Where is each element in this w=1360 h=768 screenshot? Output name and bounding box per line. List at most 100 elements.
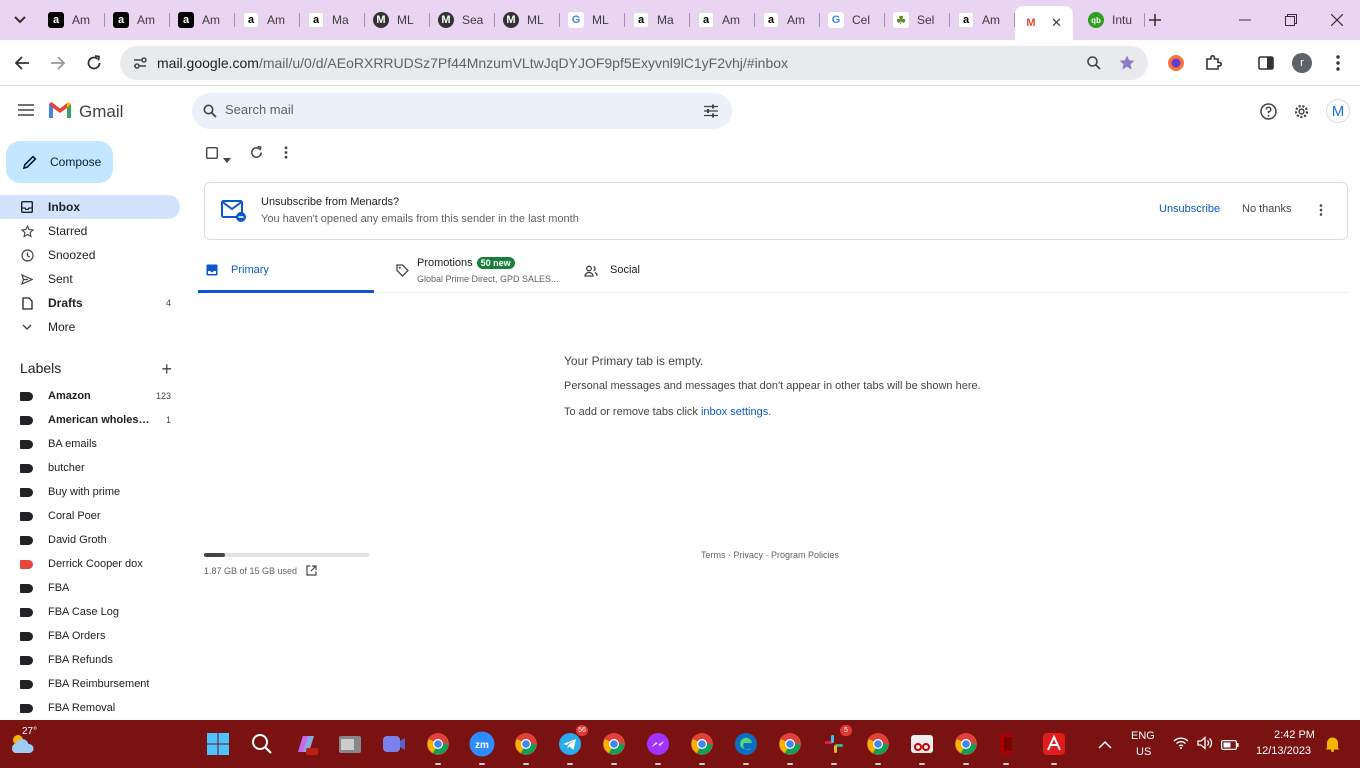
windows-start-icon[interactable] <box>204 730 232 758</box>
label-item[interactable]: Coral Poer <box>0 504 186 528</box>
search-bar[interactable] <box>192 93 732 129</box>
teams-icon[interactable] <box>380 730 408 758</box>
clock-time[interactable]: 2:42 PM <box>1274 729 1315 741</box>
nav-item-sent[interactable]: Sent <box>0 267 180 291</box>
browser-tab[interactable]: a Am <box>690 7 755 33</box>
site-info-icon[interactable] <box>132 55 148 74</box>
gmail-logo-text[interactable]: Gmail <box>79 102 123 122</box>
label-item[interactable]: FBA Removal <box>0 696 186 720</box>
browser-tab[interactable]: a Am <box>235 7 300 33</box>
browser-menu-icon[interactable] <box>1326 51 1350 75</box>
browser-tab[interactable]: M ML <box>365 7 430 33</box>
nav-item-snoozed[interactable]: Snoozed <box>0 243 180 267</box>
terms-link[interactable]: Terms <box>701 550 726 560</box>
slack-icon[interactable]: 5 <box>820 725 852 765</box>
app-icon[interactable] <box>992 730 1020 765</box>
inbox-settings-link[interactable]: inbox settings <box>701 406 768 418</box>
label-item[interactable]: FBA Reimbursement <box>0 672 186 696</box>
chrome-icon[interactable] <box>512 730 540 765</box>
browser-tab[interactable]: a Ma <box>625 7 690 33</box>
browser-tab[interactable]: G Cel <box>820 7 885 33</box>
more-options-icon[interactable] <box>284 146 288 162</box>
unsubscribe-button[interactable]: Unsubscribe <box>1159 203 1220 215</box>
chrome-icon[interactable] <box>688 730 716 765</box>
main-menu-icon[interactable] <box>18 104 34 119</box>
copilot-icon[interactable] <box>292 730 320 758</box>
nav-item-more[interactable]: More <box>0 315 180 339</box>
no-thanks-button[interactable]: No thanks <box>1242 203 1292 215</box>
restore-window-button[interactable] <box>1279 8 1303 32</box>
label-item[interactable]: Derrick Cooper dox <box>0 552 186 576</box>
open-storage-icon[interactable] <box>306 565 317 578</box>
label-item[interactable]: butcher <box>0 456 186 480</box>
select-all-checkbox[interactable] <box>205 146 219 162</box>
messenger-icon[interactable] <box>644 730 672 765</box>
language-indicator[interactable]: ENG <box>1131 730 1155 742</box>
tab-primary[interactable]: Primary <box>198 251 374 293</box>
browser-tab[interactable]: ☘ Sel <box>885 7 950 33</box>
edge-icon[interactable] <box>732 730 760 765</box>
browser-tab[interactable]: a Ma <box>300 7 365 33</box>
chrome-icon[interactable] <box>600 730 628 765</box>
label-item[interactable]: Amazon 123 <box>0 384 186 408</box>
address-bar[interactable]: mail.google.com/mail/u/0/d/AEoRXRRUDSz7P… <box>120 46 1148 80</box>
account-avatar[interactable]: M <box>1326 99 1350 123</box>
zoom-icon[interactable] <box>1086 55 1102 74</box>
search-icon[interactable] <box>248 730 276 758</box>
close-tab-icon[interactable]: ✕ <box>1051 15 1062 31</box>
nav-item-drafts[interactable]: Drafts 4 <box>0 291 180 315</box>
label-item[interactable]: FBA Refunds <box>0 648 186 672</box>
chrome-icon[interactable] <box>424 730 452 765</box>
search-options-icon[interactable] <box>704 104 718 121</box>
tab-search-dropdown-icon[interactable] <box>8 8 32 32</box>
label-item[interactable]: BA emails <box>0 432 186 456</box>
close-window-button[interactable] <box>1325 8 1349 32</box>
label-item[interactable]: David Groth <box>0 528 186 552</box>
show-hidden-icons-icon[interactable] <box>1098 737 1112 752</box>
compose-button[interactable]: Compose <box>6 141 113 183</box>
browser-tab[interactable]: a Am <box>40 7 105 33</box>
reload-button[interactable] <box>82 51 106 75</box>
acrobat-icon[interactable] <box>1040 730 1068 765</box>
bookmark-star-icon[interactable] <box>1118 54 1136 75</box>
browser-tab[interactable]: M ML <box>495 7 560 33</box>
back-button[interactable] <box>10 51 34 75</box>
clock-date[interactable]: 12/13/2023 <box>1256 745 1311 757</box>
tab-social[interactable]: Social <box>584 251 760 293</box>
weather-widget[interactable]: 27° <box>6 726 40 758</box>
settings-gear-icon[interactable] <box>1293 103 1310 123</box>
file-explorer-icon[interactable] <box>336 730 364 758</box>
label-item[interactable]: FBA Case Log <box>0 600 186 624</box>
browser-tab[interactable]: a Am <box>105 7 170 33</box>
side-panel-icon[interactable] <box>1254 51 1278 75</box>
browser-tab[interactable]: a Am <box>950 7 1015 33</box>
browser-tab[interactable]: M ✕ <box>1015 6 1073 40</box>
snipping-tool-icon[interactable] <box>908 730 936 765</box>
firefox-extension-icon[interactable] <box>1164 51 1188 75</box>
minimize-window-button[interactable] <box>1233 8 1257 32</box>
refresh-icon[interactable] <box>250 145 263 162</box>
search-icon[interactable] <box>203 104 217 121</box>
notification-bell-icon[interactable] <box>1325 736 1340 755</box>
create-label-icon[interactable]: + <box>161 359 172 380</box>
gmail-logo-icon[interactable] <box>48 101 72 122</box>
telegram-icon[interactable]: 56 <box>556 725 588 765</box>
zoom-icon[interactable]: zm <box>468 730 496 765</box>
browser-tab[interactable]: a Am <box>755 7 820 33</box>
label-item[interactable]: Buy with prime <box>0 480 186 504</box>
profile-avatar[interactable]: r <box>1290 51 1314 75</box>
browser-tab[interactable]: a Am <box>170 7 235 33</box>
chrome-icon[interactable] <box>864 730 892 765</box>
label-item[interactable]: FBA <box>0 576 186 600</box>
new-tab-button[interactable] <box>1143 8 1167 32</box>
search-input[interactable] <box>225 102 685 117</box>
chrome-icon[interactable] <box>776 730 804 765</box>
volume-icon[interactable] <box>1197 736 1213 753</box>
label-item[interactable]: American wholesal... 1 <box>0 408 186 432</box>
banner-more-icon[interactable] <box>1319 204 1323 219</box>
browser-tab[interactable]: qb Intu <box>1080 7 1145 33</box>
privacy-link[interactable]: Privacy <box>734 550 764 560</box>
program-policies-link[interactable]: Program Policies <box>771 550 839 560</box>
browser-tab[interactable]: M Sea <box>430 7 495 33</box>
nav-item-starred[interactable]: Starred <box>0 219 180 243</box>
